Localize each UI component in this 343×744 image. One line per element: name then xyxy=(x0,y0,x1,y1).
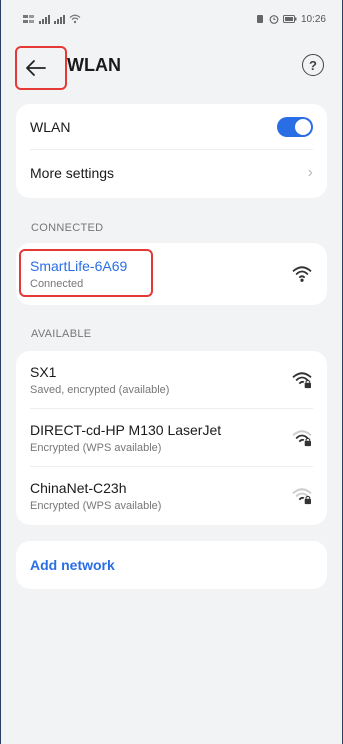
network-row-sx1[interactable]: SX1 Saved, encrypted (available) xyxy=(16,351,327,409)
wlan-label: WLAN xyxy=(30,119,71,135)
network-text: SX1 Saved, encrypted (available) xyxy=(30,364,169,396)
add-network-button[interactable]: Add network xyxy=(30,557,115,573)
available-networks-card: SX1 Saved, encrypted (available) DIRECT-… xyxy=(16,351,327,525)
arrow-left-icon xyxy=(26,60,46,76)
question-circle-icon: ? xyxy=(309,57,317,73)
add-network-card: Add network xyxy=(16,541,327,589)
battery-icon xyxy=(282,15,297,23)
available-section-header: AVAILABLE xyxy=(31,328,92,340)
network-ssid: SX1 xyxy=(30,364,57,380)
add-network-row[interactable]: Add network xyxy=(16,541,327,589)
wifi-lock-icon xyxy=(292,488,312,505)
phone-frame: 10:26 WLAN ? WLAN More settings › CONNEC… xyxy=(0,0,343,744)
status-left xyxy=(23,14,81,24)
network-status: Encrypted (WPS available) xyxy=(30,442,162,454)
chevron-right-icon: › xyxy=(307,164,313,181)
network-row-hp-laserjet[interactable]: DIRECT-cd-HP M130 LaserJet Encrypted (WP… xyxy=(16,409,327,467)
wlan-settings-card: WLAN More settings › xyxy=(16,104,327,198)
help-button[interactable]: ? xyxy=(302,54,324,76)
wifi-lock-icon xyxy=(292,430,312,447)
clock: 10:26 xyxy=(300,13,326,25)
sim-icon xyxy=(23,15,34,23)
page-title: WLAN xyxy=(67,55,121,75)
more-settings-row[interactable]: More settings › xyxy=(16,150,327,196)
signal-icon xyxy=(39,14,50,24)
more-settings-label: More settings xyxy=(30,165,115,181)
title-bar: WLAN ? xyxy=(1,46,342,90)
network-status: Encrypted (WPS available) xyxy=(30,500,162,512)
vibrate-icon xyxy=(256,15,263,23)
network-text: DIRECT-cd-HP M130 LaserJet Encrypted (WP… xyxy=(30,422,221,454)
network-status: Saved, encrypted (available) xyxy=(30,384,170,396)
back-button[interactable] xyxy=(15,46,67,90)
signal-icon xyxy=(54,14,65,24)
wlan-toggle-row[interactable]: WLAN xyxy=(16,104,327,150)
network-ssid: ChinaNet-C23h xyxy=(30,480,127,496)
network-text: ChinaNet-C23h Encrypted (WPS available) xyxy=(30,480,161,512)
wifi-lock-icon xyxy=(292,372,312,389)
wifi-signal-icon xyxy=(292,266,312,282)
connected-section-header: CONNECTED xyxy=(31,222,104,234)
network-ssid: DIRECT-cd-HP M130 LaserJet xyxy=(30,422,222,438)
alarm-icon xyxy=(269,15,279,24)
wifi-icon xyxy=(69,14,81,24)
status-right: 10:26 xyxy=(255,14,326,25)
wlan-toggle[interactable] xyxy=(277,117,313,137)
status-bar: 10:26 xyxy=(1,0,342,38)
highlight-box xyxy=(19,249,153,297)
network-row-chinanet[interactable]: ChinaNet-C23h Encrypted (WPS available) xyxy=(16,467,327,525)
